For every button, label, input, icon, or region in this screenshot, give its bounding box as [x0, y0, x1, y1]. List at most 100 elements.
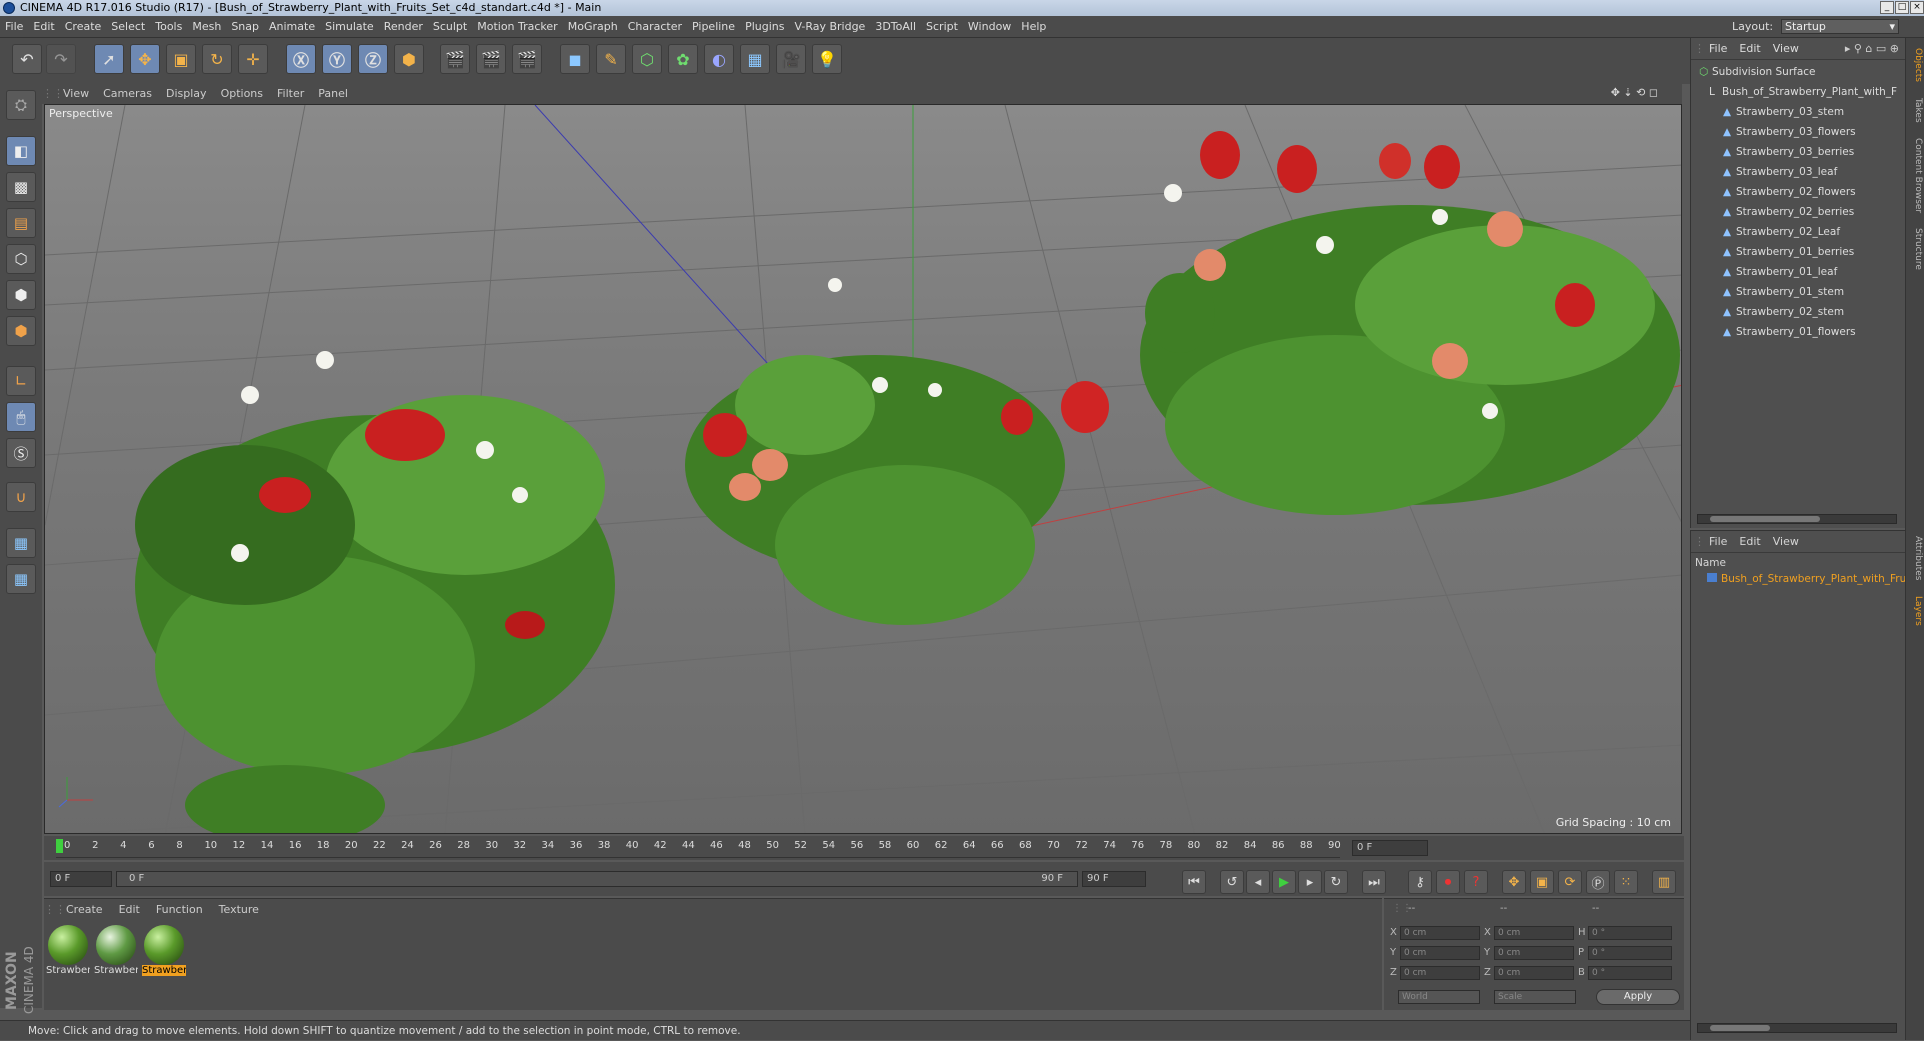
add-scene-button[interactable]: ▦ — [740, 44, 770, 74]
key-rotation-button[interactable]: ⟳ — [1558, 870, 1582, 894]
enable-axis-button[interactable]: ∟ — [6, 366, 36, 396]
viewport-menu-cameras[interactable]: Cameras — [96, 84, 159, 104]
scrollbar-thumb[interactable] — [1710, 1025, 1770, 1031]
timeline-ruler[interactable]: 0 2 4 6 8 10 12 14 16 18 20 22 24 26 28 30 32 34 36 38 40 42 4… — [44, 836, 1684, 860]
object-item[interactable]: ▲ Strawberry_02_Leaf — [1723, 222, 1840, 242]
size-z-field[interactable]: 0 cm — [1494, 966, 1574, 980]
texture-mode-button[interactable]: ▩ — [6, 172, 36, 202]
object-item[interactable]: ▲ Strawberry_03_berries — [1723, 142, 1854, 162]
material-menu-create[interactable]: Create — [58, 899, 111, 921]
undo-button[interactable]: ↶ — [12, 44, 42, 74]
menu-help[interactable]: Help — [1016, 16, 1051, 38]
viewport-menu-panel[interactable]: Panel — [311, 84, 355, 104]
render-picture-viewer-button[interactable]: 🎬 — [476, 44, 506, 74]
object-item[interactable]: ▲ Strawberry_03_leaf — [1723, 162, 1837, 182]
perspective-viewport[interactable]: Perspective Grid Spacing : 10 cm — [44, 104, 1682, 834]
menu-render[interactable]: Render — [379, 16, 428, 38]
menu-mograph[interactable]: MoGraph — [563, 16, 623, 38]
go-to-end-button[interactable]: ⏭ — [1362, 870, 1386, 894]
object-item[interactable]: ▲ Strawberry_01_berries — [1723, 242, 1854, 262]
menu-create[interactable]: Create — [60, 16, 107, 38]
object-item[interactable]: ▲ Strawberry_01_flowers — [1723, 322, 1856, 342]
layer-menu-view[interactable]: View — [1767, 531, 1805, 553]
menu-file[interactable]: File — [0, 16, 28, 38]
solo-button[interactable]: Ⓢ — [6, 438, 36, 468]
y-axis-lock-button[interactable]: Ⓨ — [322, 44, 352, 74]
apply-button[interactable]: Apply — [1596, 989, 1680, 1005]
material-menu-edit[interactable]: Edit — [111, 899, 148, 921]
scale-tool-button[interactable]: ▣ — [166, 44, 196, 74]
position-y-field[interactable]: 0 cm — [1400, 946, 1480, 960]
play-button[interactable]: ▶ — [1272, 870, 1296, 894]
move-tool-button[interactable]: ✥ — [130, 44, 160, 74]
menu-sculpt[interactable]: Sculpt — [428, 16, 472, 38]
record-keys-button[interactable]: ⚷ — [1408, 870, 1432, 894]
menu-mesh[interactable]: Mesh — [187, 16, 226, 38]
menu-plugins[interactable]: Plugins — [740, 16, 789, 38]
recent-tool-button[interactable]: ✛ — [238, 44, 268, 74]
layer-horizontal-scrollbar[interactable] — [1697, 1023, 1897, 1033]
tab-content-browser[interactable]: Content Browser — [1908, 138, 1923, 213]
viewport-menu-view[interactable]: View — [56, 84, 96, 104]
object-item[interactable]: ▲ Strawberry_03_stem — [1723, 102, 1844, 122]
rotation-h-field[interactable]: 0 ° — [1588, 926, 1672, 940]
add-spline-button[interactable]: ✎ — [596, 44, 626, 74]
next-keyframe-button[interactable]: ↻ — [1324, 870, 1348, 894]
menu-tools[interactable]: Tools — [150, 16, 187, 38]
menu-character[interactable]: Character — [623, 16, 687, 38]
timeline-window-button[interactable]: ▥ — [1652, 870, 1676, 894]
model-mode-button[interactable]: ◧ — [6, 136, 36, 166]
live-selection-button[interactable]: ➚ — [94, 44, 124, 74]
object-manager-tool-icons[interactable]: ▸ ⚲ ⌂ ▭ ⊕ — [1845, 38, 1899, 60]
x-axis-lock-button[interactable]: Ⓧ — [286, 44, 316, 74]
material-swatch[interactable]: Strawber — [94, 925, 138, 983]
end-frame-field[interactable]: 90 F — [1082, 871, 1146, 887]
tab-structure[interactable]: Structure — [1908, 228, 1923, 270]
size-mode-select[interactable]: Scale — [1494, 990, 1576, 1004]
menu-select[interactable]: Select — [106, 16, 150, 38]
minimize-button[interactable]: _ — [1880, 1, 1894, 14]
object-horizontal-scrollbar[interactable] — [1697, 514, 1897, 524]
snap-button[interactable]: ∪ — [6, 482, 36, 512]
menu-window[interactable]: Window — [963, 16, 1016, 38]
menu-3dtoall[interactable]: 3DToAll — [870, 16, 921, 38]
object-item[interactable]: ▲ Strawberry_02_berries — [1723, 202, 1854, 222]
previous-keyframe-button[interactable]: ↺ — [1220, 870, 1244, 894]
object-item[interactable]: ▲ Strawberry_01_stem — [1723, 282, 1844, 302]
viewport-nav-icons[interactable]: ✥ ⇣ ⟲ ◻ — [1611, 86, 1658, 99]
material-swatch[interactable]: Strawber — [46, 925, 90, 983]
menu-script[interactable]: Script — [921, 16, 963, 38]
object-item[interactable]: ▲ Strawberry_02_stem — [1723, 302, 1844, 322]
menu-animate[interactable]: Animate — [264, 16, 320, 38]
points-mode-button[interactable]: ⬡ — [6, 244, 36, 274]
next-frame-button[interactable]: ▸ — [1298, 870, 1322, 894]
menu-pipeline[interactable]: Pipeline — [687, 16, 740, 38]
object-menu-file[interactable]: File — [1703, 38, 1733, 60]
coordinate-system-button[interactable]: ⬢ — [394, 44, 424, 74]
layer-item[interactable]: Bush_of_Strawberry_Plant_with_Fru — [1695, 571, 1906, 587]
tab-layers[interactable]: Layers — [1908, 596, 1923, 626]
menu-snap[interactable]: Snap — [226, 16, 264, 38]
timeline-track[interactable]: 0 2 4 6 8 10 12 14 16 18 20 22 24 26 28 30 32 34 36 38 40 42 4… — [56, 838, 1341, 858]
workplane-lock-button[interactable]: ▦ — [6, 528, 36, 558]
planar-workplane-button[interactable]: ▦ — [6, 564, 36, 594]
menu-simulate[interactable]: Simulate — [320, 16, 379, 38]
object-item[interactable]: ▲ Strawberry_02_flowers — [1723, 182, 1856, 202]
rotate-tool-button[interactable]: ↻ — [202, 44, 232, 74]
previous-frame-button[interactable]: ◂ — [1246, 870, 1270, 894]
render-view-button[interactable]: 🎬 — [440, 44, 470, 74]
key-position-button[interactable]: ✥ — [1502, 870, 1526, 894]
key-parameter-button[interactable]: Ⓟ — [1586, 870, 1610, 894]
object-item-subdivision-surface[interactable]: ⬡ Subdivision Surface — [1699, 62, 1816, 82]
menu-edit[interactable]: Edit — [28, 16, 59, 38]
maximize-button[interactable]: □ — [1895, 1, 1909, 14]
material-menu-function[interactable]: Function — [148, 899, 211, 921]
object-menu-edit[interactable]: Edit — [1733, 38, 1766, 60]
add-mograph-button[interactable]: ✿ — [668, 44, 698, 74]
menu-motion-tracker[interactable]: Motion Tracker — [472, 16, 562, 38]
keyframe-selection-button[interactable]: ? — [1464, 870, 1488, 894]
size-y-field[interactable]: 0 cm — [1494, 946, 1574, 960]
z-axis-lock-button[interactable]: Ⓩ — [358, 44, 388, 74]
rotation-p-field[interactable]: 0 ° — [1588, 946, 1672, 960]
start-frame-field[interactable]: 0 F — [50, 871, 112, 887]
